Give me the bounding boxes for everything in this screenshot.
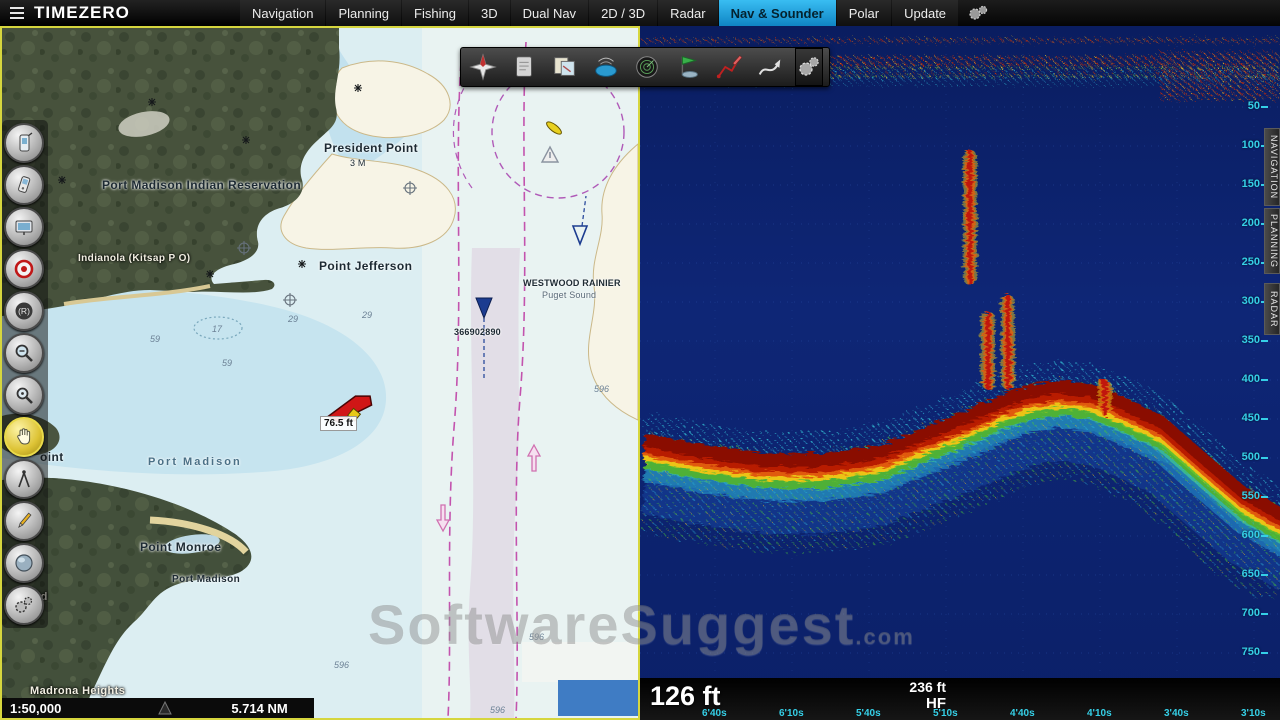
toolbar-gears-icon[interactable] [795, 48, 823, 86]
side-tab-navigation[interactable]: NAVIGATION [1264, 128, 1280, 206]
menu-tab-nav-sounder[interactable]: Nav & Sounder [719, 0, 836, 26]
app-title: TIMEZERO [34, 3, 130, 23]
label-port-madison-town: Port Madison [172, 574, 240, 585]
sounder-water-column [640, 26, 1280, 720]
app-window: TIMEZERO NavigationPlanningFishing3DDual… [0, 0, 1280, 720]
divider-tool[interactable] [4, 459, 44, 499]
label-ais-area: Puget Sound [542, 290, 596, 300]
time-tick-label: 3'40s [1164, 708, 1189, 719]
app-logo[interactable]: TIMEZERO [0, 0, 240, 26]
sounder-panel[interactable]: 5010015020025030035040045050055060065070… [640, 26, 1280, 720]
time-tick-label: 4'10s [1087, 708, 1112, 719]
radar-display-icon[interactable] [631, 51, 663, 83]
time-tick-label: 5'10s [933, 708, 958, 719]
time-tick-label: 4'40s [1010, 708, 1035, 719]
compass-north-icon[interactable] [467, 51, 499, 83]
chart-tile-deep [558, 680, 638, 716]
label-madrona-heights: Madrona Heights [30, 685, 125, 697]
waypoint-drop-icon[interactable] [672, 51, 704, 83]
track-record-icon[interactable] [754, 51, 786, 83]
sounding-value: 17 [212, 324, 222, 334]
label-president-point: President Point [324, 141, 418, 155]
menu-tab-radar[interactable]: Radar [658, 0, 717, 26]
time-axis-labels: 6'40s 6'10s 5'40s 5'10s 4'40s 4'10s 3'40s 3'10s [640, 706, 1280, 719]
menu-tab-planning[interactable]: Planning [326, 0, 401, 26]
time-tick-label: 5'40s [856, 708, 881, 719]
label-indianola: Indianola (Kitsap P O) [78, 253, 191, 264]
chart-panel[interactable]: President Point 3 M Port Madison Indian … [0, 26, 640, 720]
sounding-value: 596 [594, 384, 609, 394]
radar-standby-tool[interactable]: (R) [4, 291, 44, 331]
workspace-tabs: NavigationPlanningFishing3DDual Nav2D / … [240, 0, 959, 26]
chart-scale-ratio: 1:50,000 [10, 701, 61, 716]
menu-tab-2d-3d[interactable]: 2D / 3D [589, 0, 657, 26]
sounding-value: 29 [288, 314, 298, 324]
menu-tab-fishing[interactable]: Fishing [402, 0, 468, 26]
orb-3d-tool[interactable] [4, 543, 44, 583]
depth-readout-secondary: 236 ft [880, 679, 946, 695]
instrument-display-tool[interactable] [4, 207, 44, 247]
own-ship-depth-label: 76.5 ft [320, 416, 357, 431]
menu-tab-navigation[interactable]: Navigation [240, 0, 325, 26]
handheld-device-tool[interactable] [4, 165, 44, 205]
gps-device-tool[interactable] [4, 123, 44, 163]
time-tick-label: 3'10s [1241, 708, 1266, 719]
sounder-status-bar: 126 ft 236 ft HF 6'40s6'10s5'40s5'10s4'4… [640, 678, 1280, 720]
route-pencil-icon[interactable] [713, 51, 745, 83]
menu-tab-update[interactable]: Update [892, 0, 958, 26]
sounding-value: 596 [334, 660, 349, 670]
logbook-icon[interactable] [508, 51, 540, 83]
zoom-range-tool[interactable] [4, 333, 44, 373]
sounder-display-icon[interactable] [590, 51, 622, 83]
label-ais-mmsi: 366902890 [454, 327, 501, 337]
label-port-madison-bay: Port Madison [148, 456, 242, 468]
workspace-settings-gears-icon[interactable] [959, 0, 997, 26]
pan-hand-tool[interactable] [4, 417, 44, 457]
label-ais-name: WESTWOOD RAINIER [523, 278, 621, 288]
title-menu-bar: TIMEZERO NavigationPlanningFishing3DDual… [0, 0, 1280, 26]
side-tab-radar[interactable]: RADAR [1264, 283, 1280, 335]
echo-sounder-display[interactable] [640, 26, 1280, 720]
sounding-value: 596 [529, 632, 544, 642]
label-reservation: Port Madison Indian Reservation [102, 178, 301, 192]
chart-tools-strip: (R) [2, 120, 48, 628]
menu-tab-polar[interactable]: Polar [837, 0, 891, 26]
nautical-chart[interactable] [2, 28, 638, 718]
chart-scale-bar: 1:50,000 5.714 NM [2, 698, 314, 718]
side-tab-planning[interactable]: PLANNING [1264, 208, 1280, 274]
svg-text:(R): (R) [18, 306, 30, 316]
hamburger-menu-icon[interactable] [10, 7, 24, 19]
menu-tab-3d[interactable]: 3D [469, 0, 510, 26]
label-point-jefferson: Point Jefferson [319, 259, 412, 273]
sounding-value: 596 [490, 705, 505, 715]
menu-tab-dual-nav[interactable]: Dual Nav [511, 0, 588, 26]
chart-scale-distance: 5.714 NM [231, 701, 287, 716]
gears-icon [967, 4, 989, 22]
sounding-value: 29 [362, 310, 372, 320]
time-tick-label: 6'10s [779, 708, 804, 719]
options-gears-tool[interactable] [4, 585, 44, 625]
magnifier-tool[interactable] [4, 375, 44, 415]
label-3m: 3 M [350, 158, 366, 168]
mob-target-tool[interactable] [4, 249, 44, 289]
chart-select-icon[interactable] [549, 51, 581, 83]
time-tick-label: 6'40s [702, 708, 727, 719]
layer-toolbar [460, 47, 830, 87]
pencil-tool[interactable] [4, 501, 44, 541]
label-point-monroe: Point Monroe [140, 540, 221, 554]
north-reference-icon [157, 701, 173, 715]
sounding-value: 59 [150, 334, 160, 344]
sounding-value: 59 [222, 358, 232, 368]
